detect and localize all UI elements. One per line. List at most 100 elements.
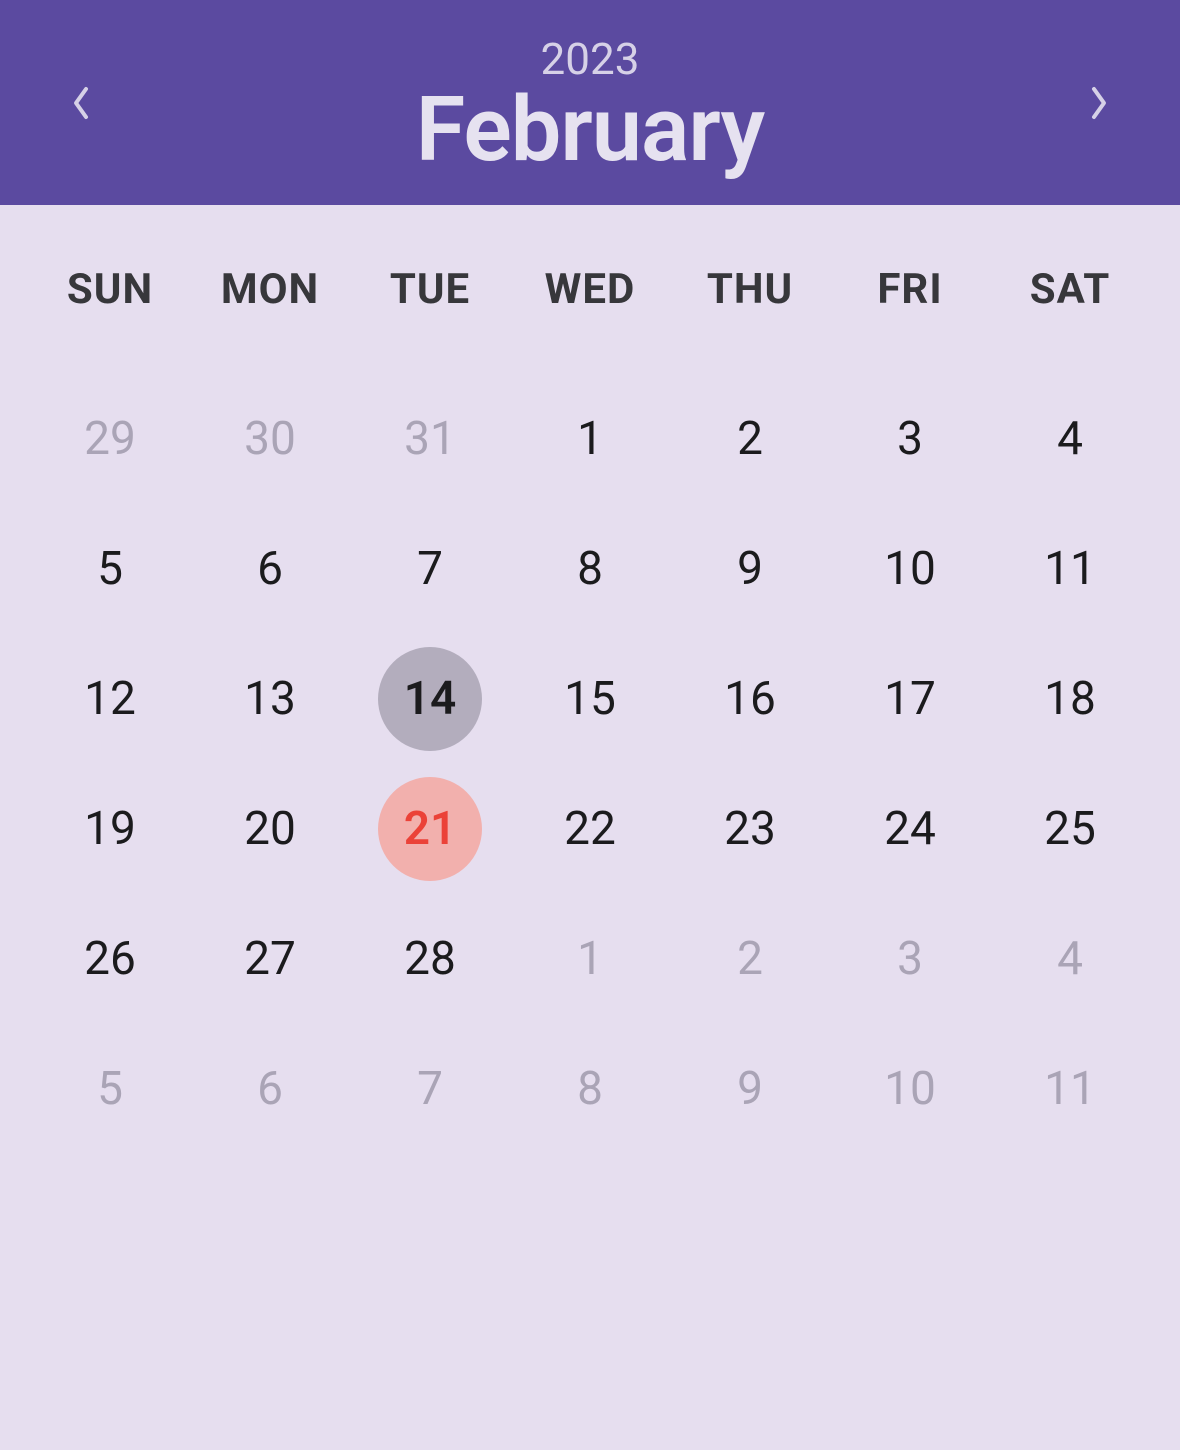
day-cell[interactable]: 9 [670,1024,830,1154]
day-cell[interactable]: 10 [830,504,990,634]
day-number: 11 [1018,1037,1122,1141]
day-of-week-header: WED [510,265,670,374]
day-cell[interactable]: 8 [510,504,670,634]
day-number: 12 [58,647,162,751]
day-of-week-header: SAT [990,265,1150,374]
day-number: 15 [538,647,642,751]
day-number: 11 [1018,517,1122,621]
day-cell[interactable]: 18 [990,634,1150,764]
day-number: 2 [698,907,802,1011]
day-number: 3 [858,907,962,1011]
day-number: 9 [698,1037,802,1141]
day-number: 29 [58,387,162,491]
day-cell[interactable]: 2 [670,894,830,1024]
day-number: 7 [378,1037,482,1141]
day-cell[interactable]: 4 [990,894,1150,1024]
day-cell[interactable]: 25 [990,764,1150,894]
day-of-week-header: FRI [830,265,990,374]
day-number: 5 [58,517,162,621]
day-of-week-header: SUN [30,265,190,374]
day-number: 31 [378,387,482,491]
day-number: 5 [58,1037,162,1141]
day-cell[interactable]: 4 [990,374,1150,504]
day-cell[interactable]: 19 [30,764,190,894]
day-number: 25 [1018,777,1122,881]
day-number: 18 [1018,647,1122,751]
day-number: 30 [218,387,322,491]
day-cell[interactable]: 21 [350,764,510,894]
day-cell[interactable]: 27 [190,894,350,1024]
day-number: 27 [218,907,322,1011]
day-of-week-row: SUNMONTUEWEDTHUFRISAT [30,265,1150,374]
day-cell[interactable]: 8 [510,1024,670,1154]
day-cell[interactable]: 6 [190,504,350,634]
day-number: 1 [538,907,642,1011]
day-of-week-header: MON [190,265,350,374]
day-cell[interactable]: 20 [190,764,350,894]
day-cell[interactable]: 5 [30,1024,190,1154]
day-cell[interactable]: 13 [190,634,350,764]
chevron-right-icon [1088,85,1110,121]
day-number: 23 [698,777,802,881]
day-number: 14 [378,647,482,751]
day-cell[interactable]: 7 [350,504,510,634]
day-number: 6 [218,1037,322,1141]
next-month-button[interactable] [1068,65,1130,141]
day-number: 9 [698,517,802,621]
day-cell[interactable]: 29 [30,374,190,504]
day-number: 8 [538,1037,642,1141]
day-number: 28 [378,907,482,1011]
day-number: 8 [538,517,642,621]
day-number: 19 [58,777,162,881]
day-number: 10 [858,1037,962,1141]
day-number: 13 [218,647,322,751]
day-cell[interactable]: 17 [830,634,990,764]
day-cell[interactable]: 26 [30,894,190,1024]
day-cell[interactable]: 7 [350,1024,510,1154]
chevron-left-icon [70,85,92,121]
day-number: 24 [858,777,962,881]
day-cell[interactable]: 3 [830,374,990,504]
day-cell[interactable]: 11 [990,1024,1150,1154]
day-number: 4 [1018,387,1122,491]
day-number: 21 [378,777,482,881]
day-number: 17 [858,647,962,751]
calendar-body: SUNMONTUEWEDTHUFRISAT 293031123456789101… [0,205,1180,1184]
day-cell[interactable]: 6 [190,1024,350,1154]
day-cell[interactable]: 23 [670,764,830,894]
day-number: 7 [378,517,482,621]
day-number: 26 [58,907,162,1011]
day-number: 4 [1018,907,1122,1011]
day-cell[interactable]: 14 [350,634,510,764]
calendar-header: 2023 February [0,0,1180,205]
day-number: 16 [698,647,802,751]
day-number: 2 [698,387,802,491]
day-cell[interactable]: 11 [990,504,1150,634]
day-number: 22 [538,777,642,881]
day-cell[interactable]: 28 [350,894,510,1024]
day-cell[interactable]: 30 [190,374,350,504]
day-cell[interactable]: 31 [350,374,510,504]
day-cell[interactable]: 2 [670,374,830,504]
day-of-week-header: TUE [350,265,510,374]
day-number: 3 [858,387,962,491]
day-cell[interactable]: 16 [670,634,830,764]
prev-month-button[interactable] [50,65,112,141]
day-cell[interactable]: 1 [510,894,670,1024]
month-label: February [416,77,764,182]
days-grid: 2930311234567891011121314151617181920212… [30,374,1150,1154]
day-cell[interactable]: 3 [830,894,990,1024]
day-cell[interactable]: 22 [510,764,670,894]
day-cell[interactable]: 1 [510,374,670,504]
day-cell[interactable]: 15 [510,634,670,764]
day-cell[interactable]: 5 [30,504,190,634]
day-cell[interactable]: 10 [830,1024,990,1154]
day-of-week-header: THU [670,265,830,374]
day-number: 1 [538,387,642,491]
day-number: 6 [218,517,322,621]
day-cell[interactable]: 24 [830,764,990,894]
day-cell[interactable]: 12 [30,634,190,764]
day-number: 20 [218,777,322,881]
day-cell[interactable]: 9 [670,504,830,634]
day-number: 10 [858,517,962,621]
